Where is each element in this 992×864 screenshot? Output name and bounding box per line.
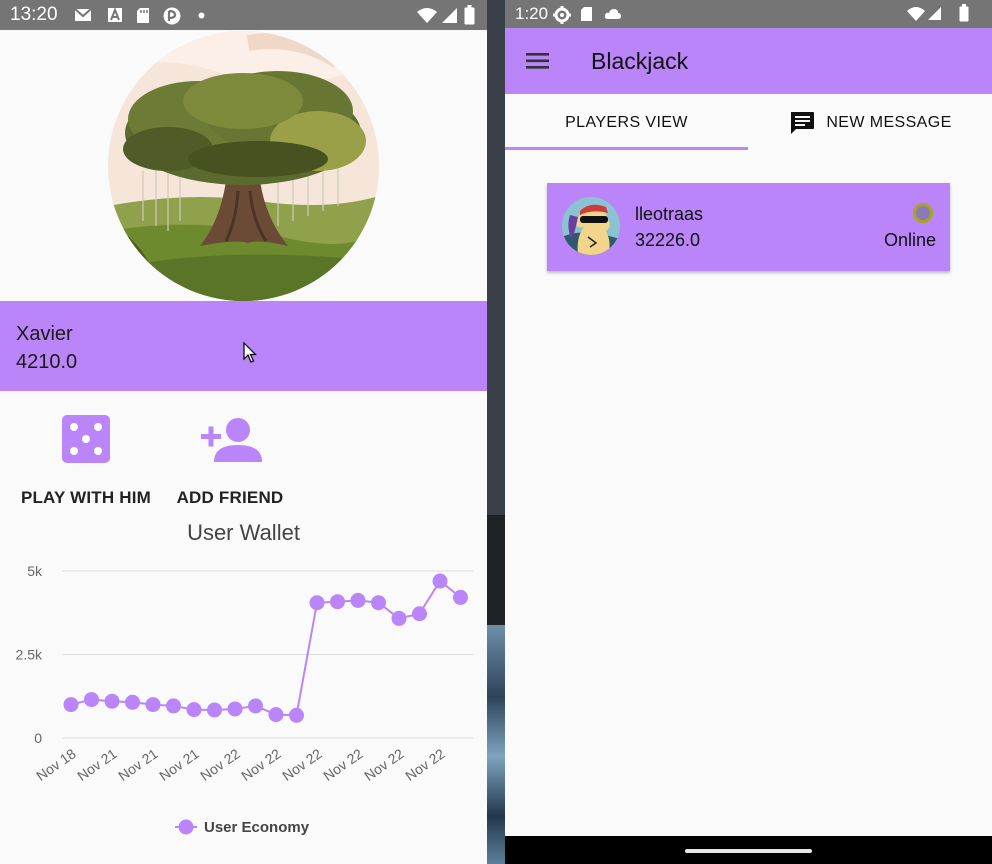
data-point	[453, 589, 468, 605]
play-with-him-label: PLAY WITH HIM	[20, 488, 152, 507]
online-status-indicator-icon	[913, 203, 933, 223]
tab-players-view[interactable]: PLAYERS VIEW	[505, 94, 748, 152]
wifi-icon	[417, 8, 437, 23]
battery-icon	[464, 5, 475, 25]
mouse-cursor-icon	[243, 342, 257, 363]
status-time: 1:20	[515, 4, 549, 23]
data-point	[371, 595, 386, 611]
data-point	[207, 702, 222, 718]
app-title: Blackjack	[591, 48, 689, 74]
play-with-him-button[interactable]: PLAY WITH HIM	[12, 414, 160, 508]
series-line	[70, 579, 462, 717]
player-avatar	[562, 197, 620, 255]
data-point	[125, 694, 140, 710]
signal-icon	[928, 7, 941, 20]
player-balance: 32226.0	[635, 230, 701, 250]
menu-button[interactable]	[523, 48, 553, 74]
legend-label: User Economy	[204, 819, 310, 836]
data-point	[145, 697, 161, 713]
data-point	[391, 610, 407, 626]
player-card[interactable]: lleotraas 32226.0 Online	[547, 183, 950, 271]
x-tick-label: Nov 21	[74, 745, 120, 784]
notification-dot-icon	[198, 12, 205, 19]
sd-card-icon	[137, 8, 149, 23]
data-point	[186, 702, 202, 718]
system-nav-bar	[505, 836, 992, 864]
home-gesture-handle[interactable]	[685, 849, 812, 853]
x-tick-label: Nov 22	[279, 745, 325, 784]
right-phone-screen: 1:20 Blackjack PLAYERS VIEW NEW MESSAGE …	[505, 0, 992, 864]
hamburger-menu-icon	[526, 53, 549, 69]
data-point	[350, 592, 366, 608]
data-point	[104, 693, 120, 709]
gmail-icon	[74, 8, 92, 21]
data-point	[289, 707, 304, 723]
text-a-icon	[108, 7, 122, 22]
data-point	[330, 594, 345, 610]
player-name: lleotraas	[635, 204, 704, 224]
battery-icon	[959, 4, 969, 22]
y-tick-label: 5k	[27, 563, 43, 579]
sd-card-icon	[581, 7, 592, 21]
x-tick-label: Nov 21	[156, 745, 202, 784]
dice-icon	[62, 415, 110, 463]
status-bar: 1:20	[505, 0, 992, 28]
tab-new-message-label: NEW MESSAGE	[826, 114, 952, 131]
tab-players-view-label: PLAYERS VIEW	[565, 114, 688, 131]
add-friend-button[interactable]: ADD FRIEND	[166, 414, 294, 508]
player-status: Online	[883, 230, 936, 250]
tab-selected-indicator	[505, 147, 748, 150]
x-tick-label: Nov 18	[33, 745, 79, 784]
profile-avatar	[108, 31, 379, 301]
data-point	[248, 698, 263, 714]
status-bar: 13:20	[0, 0, 487, 30]
profile-balance: 4210.0	[16, 351, 78, 373]
tab-bar: PLAYERS VIEW NEW MESSAGE	[505, 94, 992, 152]
x-tick-label: Nov 21	[115, 745, 161, 784]
window-divider	[487, 0, 505, 864]
app-badge-icon	[163, 7, 181, 25]
x-tick-label: Nov 22	[238, 745, 284, 784]
signal-icon	[442, 8, 457, 23]
user-wallet-chart: 02.5k5kNov 18Nov 21Nov 21Nov 21Nov 22Nov…	[16, 563, 473, 836]
status-time: 13:20	[10, 4, 58, 25]
x-tick-label: Nov 22	[361, 745, 407, 784]
x-tick-label: Nov 22	[197, 745, 243, 784]
data-point	[227, 701, 243, 717]
left-phone-screen: 13:20 Xavier 4210.0 PLAY WITH HIM ADD FR…	[0, 0, 487, 864]
data-point	[268, 707, 284, 723]
data-point	[432, 573, 448, 589]
add-friend-label: ADD FRIEND	[176, 488, 284, 507]
y-tick-label: 0	[34, 730, 42, 746]
data-point	[412, 606, 427, 622]
settings-gear-icon	[553, 6, 571, 24]
profile-name: Xavier	[16, 323, 73, 345]
legend-marker	[178, 819, 194, 835]
y-tick-label: 2.5k	[16, 647, 43, 663]
data-point	[63, 697, 79, 713]
app-bar: Blackjack	[505, 28, 992, 94]
x-tick-label: Nov 22	[320, 745, 366, 784]
message-icon	[791, 112, 815, 134]
chart-title: User Wallet	[187, 520, 300, 545]
person-add-icon	[201, 418, 262, 462]
tab-new-message[interactable]: NEW MESSAGE	[748, 94, 992, 152]
data-point	[166, 698, 181, 714]
wifi-icon	[907, 7, 925, 21]
data-point	[309, 595, 325, 611]
data-point	[84, 692, 99, 708]
cloud-icon	[604, 9, 621, 19]
x-tick-label: Nov 22	[402, 745, 448, 784]
